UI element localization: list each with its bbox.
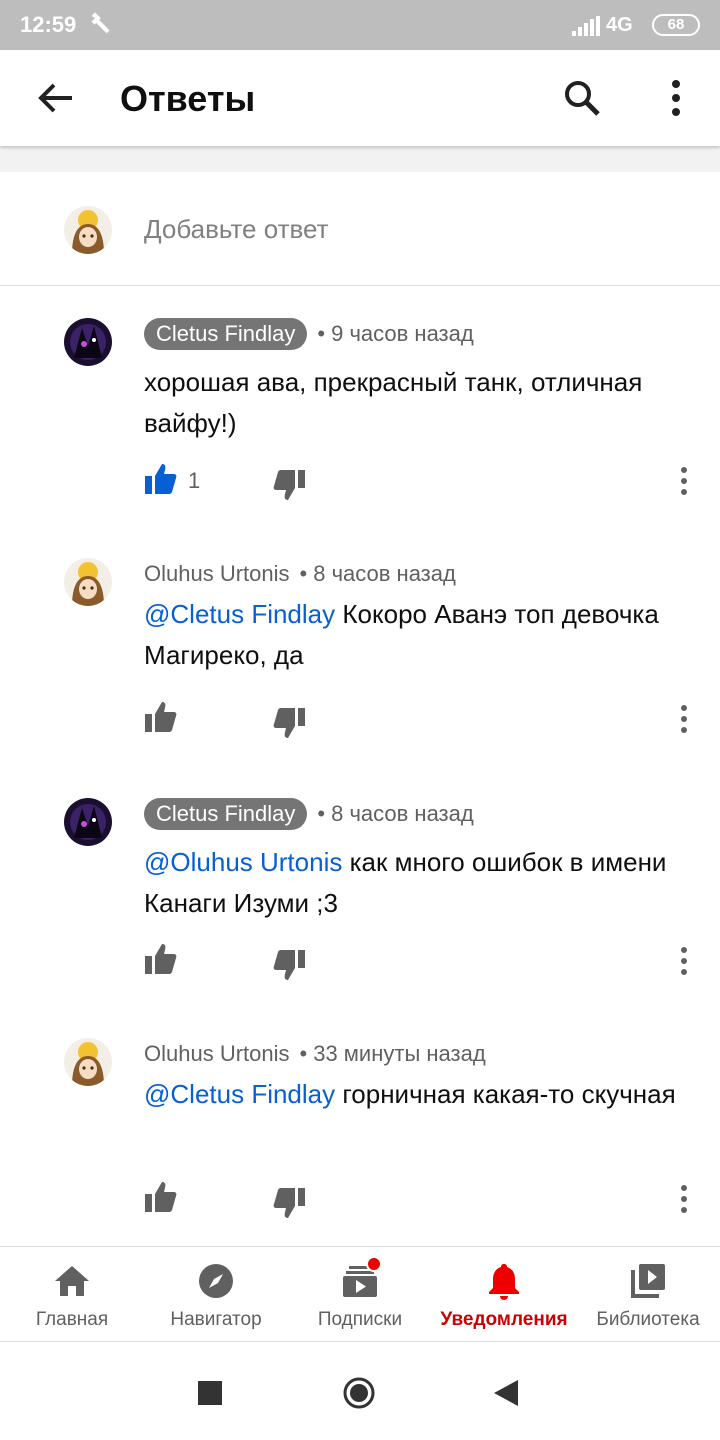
avatar[interactable] [64, 318, 112, 366]
thumbs-down-icon[interactable] [272, 1186, 306, 1220]
tab-explore[interactable]: Навигатор [144, 1247, 288, 1343]
home-circle-icon[interactable] [342, 1376, 376, 1410]
comment-text: @Cletus Findlay Кокоро Аванэ топ девочка… [144, 594, 694, 676]
bottom-navigation: Главная Навигатор Подписки Уведомления Б… [0, 1246, 720, 1342]
notification-badge [366, 1256, 382, 1272]
tab-label: Библиотека [596, 1309, 700, 1330]
more-vert-icon[interactable] [660, 78, 692, 118]
status-bar: 12:59 4G 68 [0, 0, 720, 50]
comment-text: @Oluhus Urtonis как много ошибок в имени… [144, 842, 694, 924]
more-vert-icon[interactable] [676, 1184, 692, 1214]
more-vert-icon[interactable] [676, 466, 692, 496]
comment-body: хорошая ава, прекрасный танк, отличная в… [144, 367, 643, 438]
more-vert-icon[interactable] [676, 704, 692, 734]
comment-meta: Oluhus Urtonis • 8 часов назад [144, 558, 456, 590]
wrench-icon [91, 12, 110, 34]
tab-label: Подписки [317, 1309, 403, 1330]
reply-input[interactable]: Добавьте ответ [144, 214, 329, 245]
author-name[interactable]: Cletus Findlay [144, 798, 308, 830]
thumbs-up-icon[interactable] [144, 700, 178, 734]
comment-meta: Oluhus Urtonis • 33 минуты назад [144, 1038, 486, 1070]
tab-label: Главная [35, 1309, 109, 1330]
compass-icon [199, 1264, 233, 1298]
author-name[interactable]: Oluhus Urtonis [144, 561, 290, 587]
comment-meta: Cletus Findlay • 9 часов назад [144, 318, 474, 350]
reply-compose: Добавьте ответ [0, 172, 720, 286]
comment-time: 33 минуты назад [313, 1041, 486, 1066]
system-navigation [0, 1342, 720, 1440]
recents-icon[interactable] [198, 1381, 222, 1405]
comment-body: горничная какая-то скучная [335, 1079, 676, 1109]
tab-library[interactable]: Библиотека [576, 1247, 720, 1343]
mention-link[interactable]: @Cletus Findlay [144, 1079, 335, 1109]
section-divider [0, 146, 720, 172]
thumbs-down-icon[interactable] [272, 468, 306, 502]
tab-notifications[interactable]: Уведомления [432, 1247, 576, 1343]
separator-dot: • [317, 801, 326, 826]
status-time: 12:59 [20, 12, 77, 37]
separator-dot: • [317, 321, 326, 346]
battery-indicator: 68 [652, 14, 700, 36]
avatar[interactable] [64, 798, 112, 846]
tab-label: Уведомления [440, 1309, 568, 1330]
home-icon [55, 1266, 89, 1296]
library-icon [631, 1264, 665, 1298]
author-name[interactable]: Cletus Findlay [144, 318, 308, 350]
separator-dot: • [299, 561, 308, 586]
comment-time: 9 часов назад [331, 321, 474, 346]
thumbs-up-icon[interactable] [144, 1180, 178, 1214]
tab-subscriptions[interactable]: Подписки [288, 1247, 432, 1343]
app-bar: Ответы [0, 50, 720, 146]
signal-icon [572, 16, 600, 36]
comment-time: 8 часов назад [313, 561, 456, 586]
comment-time: 8 часов назад [331, 801, 474, 826]
tab-label: Навигатор [170, 1309, 262, 1330]
comment-meta: Cletus Findlay • 8 часов назад [144, 798, 474, 830]
thumbs-down-icon[interactable] [272, 948, 306, 982]
mention-link[interactable]: @Cletus Findlay [144, 599, 335, 629]
avatar [64, 206, 112, 254]
back-triangle-icon[interactable] [492, 1378, 520, 1408]
search-icon[interactable] [562, 78, 602, 118]
more-vert-icon[interactable] [676, 946, 692, 976]
avatar[interactable] [64, 558, 112, 606]
thumbs-up-icon[interactable] [144, 462, 178, 496]
comment-text: хорошая ава, прекрасный танк, отличная в… [144, 362, 694, 444]
comment-text: @Cletus Findlay горничная какая-то скучн… [144, 1074, 694, 1115]
avatar[interactable] [64, 1038, 112, 1086]
network-type: 4G [606, 14, 633, 36]
separator-dot: • [299, 1041, 308, 1066]
thumbs-up-icon[interactable] [144, 942, 178, 976]
tab-home[interactable]: Главная [0, 1247, 144, 1343]
mention-link[interactable]: @Oluhus Urtonis [144, 847, 342, 877]
arrow-left-icon[interactable] [36, 80, 76, 116]
like-count: 1 [188, 468, 201, 493]
bell-icon [489, 1264, 519, 1300]
author-name[interactable]: Oluhus Urtonis [144, 1041, 290, 1067]
page-title: Ответы [120, 78, 256, 119]
thumbs-down-icon[interactable] [272, 706, 306, 740]
